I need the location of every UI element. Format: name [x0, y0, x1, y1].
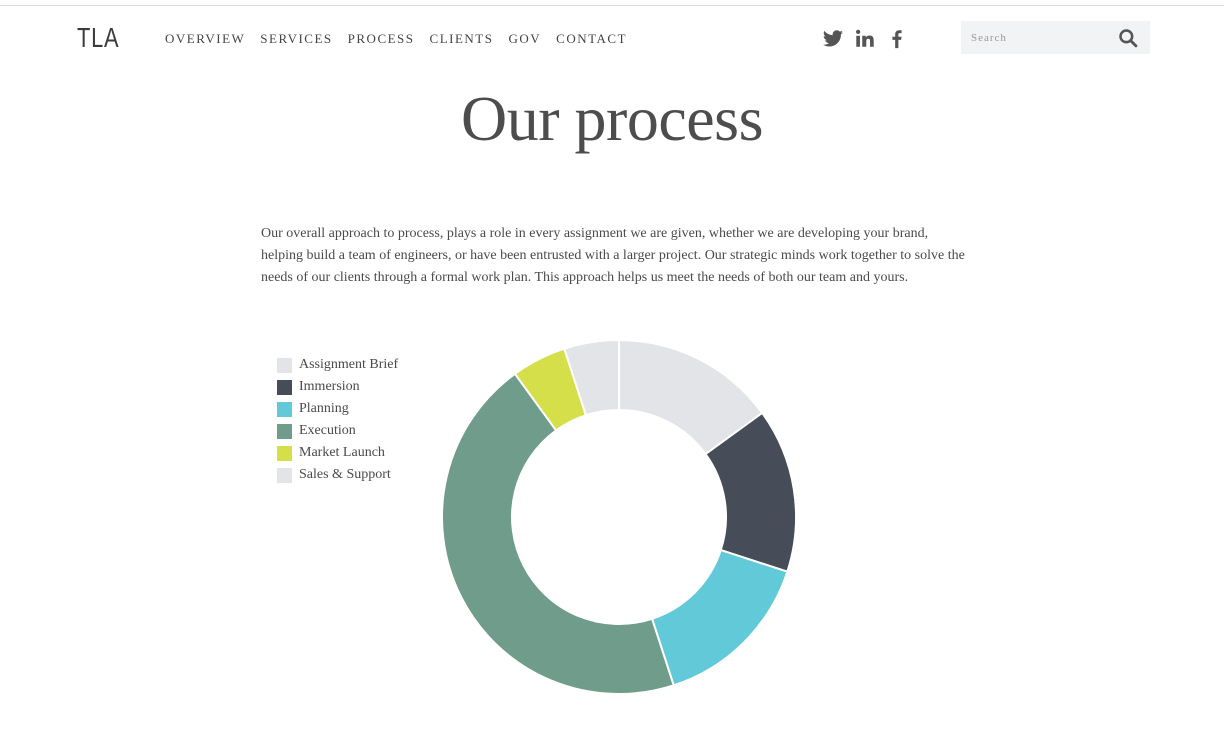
legend-swatch [277, 379, 292, 395]
logo[interactable]: TLA [77, 22, 119, 54]
process-donut-chart [441, 339, 797, 695]
search-box [961, 21, 1150, 54]
chart-legend: Assignment Brief Immersion Planning Exec… [277, 354, 398, 486]
main-nav: OVERVIEW SERVICES PROCESS CLIENTS GOV CO… [165, 31, 642, 47]
legend-item-planning: Planning [277, 398, 398, 420]
legend-label: Planning [299, 401, 349, 416]
legend-label: Sales & Support [299, 467, 391, 482]
legend-swatch [277, 467, 292, 483]
top-divider [0, 5, 1224, 6]
legend-label: Immersion [299, 379, 360, 394]
legend-swatch [277, 401, 292, 417]
facebook-icon[interactable] [886, 28, 908, 50]
legend-label: Assignment Brief [299, 357, 399, 372]
legend-item-immersion: Immersion [277, 376, 398, 398]
legend-item-assignment-brief: Assignment Brief [277, 354, 398, 376]
linkedin-icon[interactable] [854, 28, 876, 50]
legend-swatch [277, 423, 292, 439]
twitter-icon[interactable] [822, 28, 844, 50]
page-title: Our process [461, 83, 763, 154]
intro-paragraph: Our overall approach to process, plays a… [261, 226, 965, 285]
nav-clients[interactable]: CLIENTS [430, 31, 494, 47]
nav-process[interactable]: PROCESS [348, 31, 415, 47]
nav-gov[interactable]: GOV [508, 31, 541, 47]
legend-item-market-launch: Market Launch [277, 442, 398, 464]
legend-swatch [277, 357, 292, 373]
legend-item-sales-support: Sales & Support [277, 464, 398, 486]
nav-overview[interactable]: OVERVIEW [165, 31, 245, 47]
legend-swatch [277, 445, 292, 461]
search-icon[interactable] [1118, 28, 1138, 48]
donut-slice-planning [650, 548, 789, 687]
legend-label: Market Launch [299, 445, 385, 460]
legend-label: Execution [299, 423, 356, 438]
nav-contact[interactable]: CONTACT [556, 31, 627, 47]
legend-item-execution: Execution [277, 420, 398, 442]
nav-services[interactable]: SERVICES [260, 31, 332, 47]
search-input[interactable] [961, 21, 1111, 54]
